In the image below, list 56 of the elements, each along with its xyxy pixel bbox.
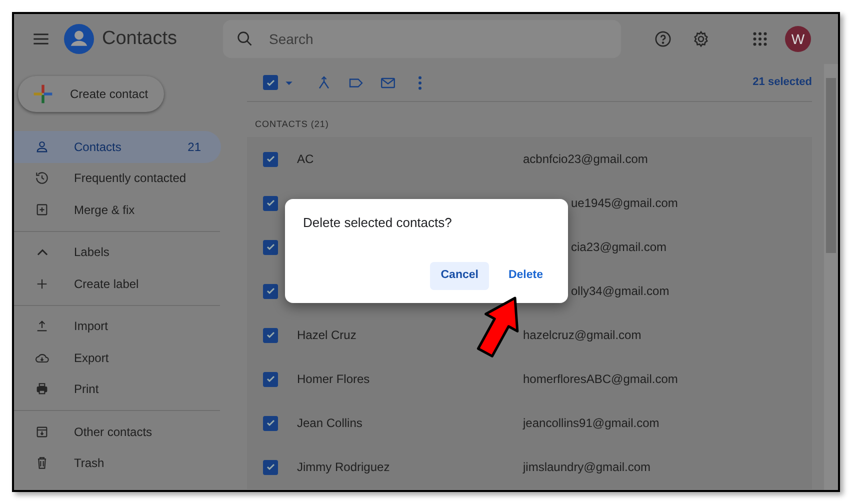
check-icon	[264, 461, 276, 473]
sidebar-item[interactable]: Contacts 21	[14, 131, 221, 162]
delete-button[interactable]: Delete	[497, 262, 554, 290]
labels-header[interactable]: Labels	[14, 236, 221, 268]
sidebar-item[interactable]: Frequently contacted	[14, 162, 221, 194]
history-icon	[34, 170, 50, 186]
sidebar-item[interactable]: Create label	[14, 268, 221, 300]
contact-email: jimslaundry@gmail.com	[523, 459, 651, 476]
dialog-title: Delete selected contacts?	[303, 214, 453, 232]
cancel-button[interactable]: Cancel	[430, 262, 490, 290]
check-icon	[264, 329, 276, 341]
row-checkbox[interactable]	[263, 416, 278, 430]
apps-grid-icon[interactable]	[750, 30, 769, 48]
contact-email: homerfloresABC@gmail.com	[523, 371, 678, 388]
contact-email: acbnfcio23@gmail.com	[523, 151, 648, 168]
contact-name: Homer Flores	[297, 372, 370, 386]
create-contact-button[interactable]: Create contact	[18, 76, 164, 112]
person-icon	[34, 138, 50, 155]
help-icon[interactable]	[652, 29, 673, 49]
sidebar-item[interactable]: Export	[14, 342, 221, 374]
select-all-checkbox[interactable]	[263, 75, 278, 90]
row-checkbox[interactable]	[263, 152, 278, 166]
contact-email: hazelcruz@gmail.com	[523, 327, 642, 344]
section-heading: CONTACTS (21)	[254, 118, 330, 131]
search-field[interactable]: Search	[222, 20, 621, 58]
row-checkbox[interactable]	[263, 196, 278, 210]
row-checkbox[interactable]	[263, 460, 278, 474]
contact-email: olly34@gmail.com	[571, 283, 670, 300]
scrollbar-thumb[interactable]	[826, 78, 836, 253]
sidebar-item[interactable]: Print	[14, 374, 221, 405]
selected-count: 21 selected	[752, 75, 812, 90]
row-checkbox[interactable]	[263, 284, 278, 298]
avatar[interactable]: W	[784, 26, 811, 52]
check-icon	[264, 153, 276, 165]
contact-email: ue1945@gmail.com	[571, 195, 678, 212]
contact-email: jeancollins91@gmail.com	[523, 415, 660, 432]
contact-name: Hazel Cruz	[297, 328, 356, 342]
sidebar-item[interactable]: Merge & fix	[14, 194, 221, 226]
check-icon	[264, 197, 276, 209]
row-checkbox[interactable]	[263, 372, 278, 386]
row-checkbox[interactable]	[263, 240, 278, 254]
sidebar-item[interactable]: Other contacts	[14, 416, 221, 448]
check-icon	[264, 285, 276, 297]
contact-name: AC	[297, 152, 314, 166]
row-checkbox[interactable]	[263, 328, 278, 342]
plus-icon	[32, 83, 54, 105]
contacts-logo-icon	[64, 24, 94, 54]
sidebar-item[interactable]: Import	[14, 310, 221, 342]
check-icon	[264, 373, 276, 385]
contact-name: Jimmy Rodriguez	[297, 460, 390, 474]
check-icon	[264, 241, 276, 253]
app-title: Contacts	[102, 26, 177, 51]
contact-name: Jean Collins	[297, 416, 362, 430]
contact-email: cia23@gmail.com	[571, 239, 667, 256]
sidebar-item[interactable]: Trash	[14, 448, 221, 479]
check-icon	[264, 417, 276, 429]
